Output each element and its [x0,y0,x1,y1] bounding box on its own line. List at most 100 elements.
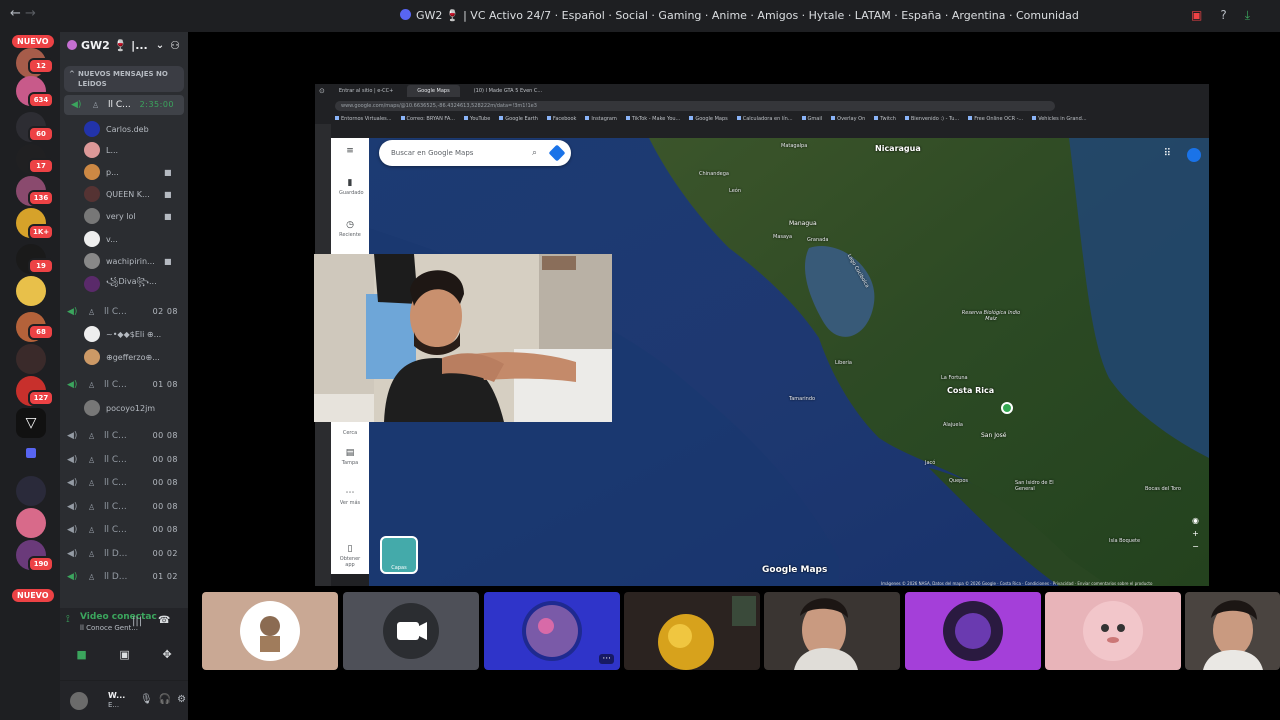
bookmark[interactable]: Instagram [585,116,616,122]
bookmark[interactable]: YouTube [464,116,490,122]
browser-tab-active[interactable]: Google Maps [407,85,460,97]
voice-member[interactable]: ~•◆◆$Eli ⊕... [84,324,161,344]
search-icon[interactable]: ⌕ [532,140,537,166]
participant-tile[interactable] [1185,592,1280,670]
bookmark[interactable]: Twitch [874,116,896,122]
voice-member[interactable]: p... ■ [84,162,172,182]
server-icon[interactable] [16,476,46,506]
browser-tab[interactable]: (10) I Made GTA 5 Even C... [464,85,553,97]
tampa-button[interactable]: ▤ Tampa [339,448,361,466]
inbox-icon[interactable]: ▣ [1191,8,1202,23]
avatar[interactable] [70,692,88,710]
participant-tile[interactable] [624,592,760,670]
bookmark[interactable]: Google Earth [499,116,538,122]
browser-tab[interactable]: Entrar al sitio | e-CC+ [329,85,403,97]
server-header[interactable]: GW2 🍷 |... ⌄ ⚇ [60,32,188,58]
voice-channel-link[interactable]: ll Conoce Gent... [80,624,138,632]
new-messages-banner[interactable]: NUEVOS MENSAJES NO LEÍDOS [64,66,184,92]
voice-member[interactable]: ⊕gefferzo⊕... [84,347,160,367]
activities-icon[interactable]: ✥ [162,648,171,661]
voice-channel-item[interactable]: ◀) ♙ ll C... 00 08 [60,497,188,517]
channel-name: ll C... [104,431,127,441]
zoom-out-icon[interactable]: − [1192,542,1199,551]
more-options-icon[interactable]: ··· [599,654,614,664]
nav-arrows[interactable]: ← → [10,6,36,21]
voice-member[interactable]: ꧁Diva꧂... [84,274,157,294]
menu-button[interactable]: ≡ [339,146,361,158]
participant-tile[interactable] [202,592,338,670]
bookmark[interactable]: Facebook [547,116,577,122]
channel-name: ll C... [104,525,127,535]
new-badge-bottom[interactable]: NUEVO [12,589,54,602]
voice-channel-item[interactable]: ◀) ♙ ll C... 00 08 [60,450,188,470]
disconnect-icon[interactable]: ☎ [158,615,170,626]
voice-channel-item[interactable]: ◀) ♙ ll D... 01 02 [60,567,188,587]
voice-member[interactable]: pocoyo12jm [84,398,155,418]
nearby-button[interactable]: Cerca [339,430,361,436]
voice-channel-item[interactable]: ◀) ♙ ll D... 00 02 [60,544,188,564]
bookmark[interactable]: Gmail [802,116,823,122]
my-location-icon[interactable]: ◉ [1192,516,1199,525]
download-icon[interactable]: ⤓ [1245,8,1250,23]
maps-search-input[interactable]: Buscar en Google Maps ⌕ [379,140,571,166]
participant-tile[interactable] [764,592,900,670]
channel-sidebar: GW2 🍷 |... ⌄ ⚇ NUEVOS MENSAJES NO LEÍDOS… [60,32,188,720]
saved-button[interactable]: ▮ Guardado [339,178,364,196]
directions-icon[interactable] [548,144,566,162]
see-more-button[interactable]: ⋯ Ver más [339,488,361,506]
triangle-server-icon[interactable]: ▽ [16,408,46,438]
google-apps-icon[interactable]: ⠿ [1164,148,1171,159]
location-pin-icon[interactable] [1001,402,1013,414]
channel-timer: 2:35:00 [139,100,174,109]
participant-tile[interactable] [1045,592,1181,670]
voice-channel-item[interactable]: ◀) ♙ ll C... 01 08 [60,375,188,395]
new-badge-top[interactable]: NUEVO [12,35,54,48]
bookmark[interactable]: Entornos Virtuales... [335,116,392,122]
voice-channel-item[interactable]: ◀) ♙ ll C... 00 08 [60,520,188,540]
voice-channel-item[interactable]: ◀) ♙ ll C... 2:35:00 [64,95,184,115]
voice-channel-item[interactable]: ◀) ♙ ll C... 00 08 [60,426,188,446]
bookmark[interactable]: TikTok - Make You... [626,116,680,122]
bookmark[interactable]: Correo: BRYAN FA... [401,116,455,122]
recent-button[interactable]: ◷ Reciente [339,220,361,238]
get-app-button[interactable]: ▯ Obtener app [339,544,361,568]
voice-channel-item[interactable]: ◀) ♙ ll C... 02 08 [60,302,188,322]
forward-arrow-icon[interactable]: → [25,6,36,21]
folder-icon[interactable] [26,448,36,458]
voice-member[interactable]: wachipirin... ■ [84,251,172,271]
browser-menu-icon[interactable]: ⊙ [319,87,325,95]
voice-status-text[interactable]: Video conectac [80,612,157,622]
participant-tile[interactable] [343,592,479,670]
screen-share-icon[interactable]: ▣ [119,648,129,661]
headphones-icon[interactable]: 🎧 [159,694,171,705]
bookmark[interactable]: Overlay On [831,116,865,122]
voice-member[interactable]: v... [84,229,118,249]
server-icon[interactable] [16,344,46,374]
account-avatar[interactable] [1187,148,1201,162]
server-icon[interactable] [16,276,46,306]
layers-button[interactable]: Capas [380,536,418,574]
bookmark[interactable]: Calculadora en lín... [737,116,793,122]
bookmark[interactable]: Google Maps [689,116,727,122]
voice-channel-item[interactable]: ◀) ♙ ll C... 00 08 [60,473,188,493]
voice-member[interactable]: very lol ■ [84,206,172,226]
bookmark[interactable]: Free Online OCR -... [968,116,1023,122]
noise-suppression-icon[interactable]: ||| [132,616,142,627]
voice-member[interactable]: L... [84,140,118,160]
add-member-icon[interactable]: ⚇ [170,39,180,52]
camera-toggle-icon[interactable]: ■ [76,648,86,661]
map-label: San Isidro de El General [1015,480,1054,492]
participant-tile[interactable] [905,592,1041,670]
bookmark[interactable]: Vehicles in Grand... [1032,116,1086,122]
settings-gear-icon[interactable]: ⚙ [177,694,186,705]
voice-member[interactable]: QUЕЕN K... ■ [84,184,172,204]
voice-member[interactable]: Carlos.deb [84,119,149,139]
help-icon[interactable]: ? [1220,8,1226,23]
participant-tile[interactable]: ··· [484,592,620,670]
microphone-icon[interactable]: 🎙 [140,694,153,705]
zoom-in-icon[interactable]: + [1192,529,1199,538]
bookmark[interactable]: Bienvenido :) - Tu... [905,116,959,122]
server-icon[interactable] [16,508,46,538]
back-arrow-icon[interactable]: ← [10,6,21,21]
url-field[interactable]: www.google.com/maps/@10.6636525,-86.4324… [335,101,1055,111]
